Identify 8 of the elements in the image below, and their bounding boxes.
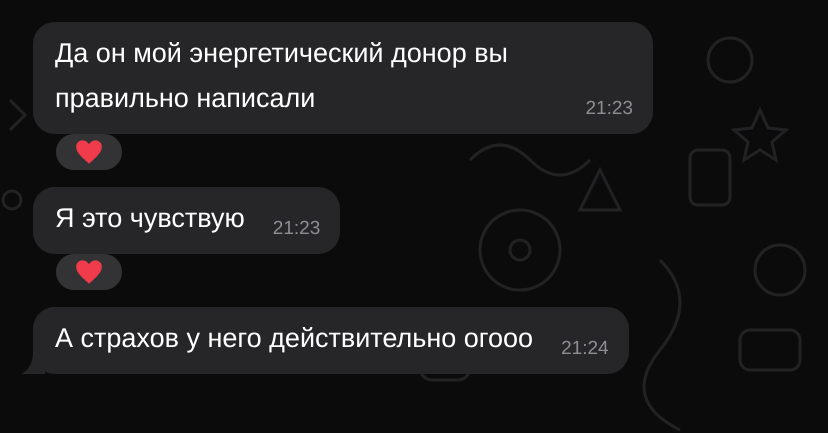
message-time: 21:23 (585, 97, 633, 121)
heart-icon (75, 139, 103, 165)
message-text: А страхов у него действительно огооо (55, 323, 534, 353)
message-time: 21:23 (272, 217, 320, 241)
message-text: Я это чувствую (55, 203, 245, 233)
message-time: 21:24 (561, 337, 609, 361)
heart-icon (75, 259, 103, 285)
message-text: Да он мой энергетический донор вы правильно написали (55, 38, 508, 113)
